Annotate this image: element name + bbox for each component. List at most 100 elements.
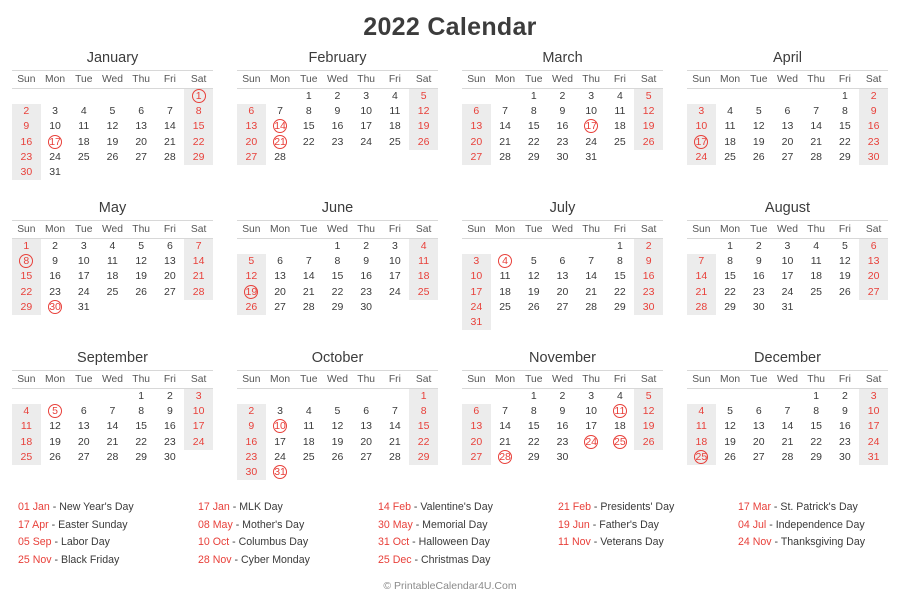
day-cell[interactable]: 5 (127, 239, 156, 255)
day-cell[interactable]: 13 (744, 419, 773, 434)
day-cell[interactable]: 26 (323, 450, 352, 465)
day-cell[interactable]: 16 (237, 434, 266, 450)
day-cell[interactable]: 10 (577, 404, 606, 419)
day-cell[interactable]: 6 (237, 104, 266, 120)
day-cell[interactable]: 11 (606, 404, 635, 419)
day-cell[interactable]: 5 (409, 88, 438, 105)
day-cell[interactable]: 18 (98, 269, 127, 284)
day-cell[interactable]: 7 (184, 238, 213, 255)
day-cell[interactable]: 12 (716, 419, 745, 434)
day-cell[interactable]: 15 (831, 119, 860, 134)
day-cell[interactable]: 19 (41, 435, 70, 450)
day-cell[interactable]: 26 (744, 150, 773, 165)
day-cell[interactable]: 26 (127, 285, 156, 300)
day-cell[interactable]: 1 (127, 389, 156, 405)
day-cell[interactable]: 25 (98, 285, 127, 300)
day-cell[interactable]: 7 (266, 104, 295, 119)
day-cell[interactable]: 8 (716, 254, 745, 269)
day-cell[interactable]: 17 (41, 134, 70, 150)
day-cell[interactable]: 19 (831, 269, 860, 284)
day-cell[interactable]: 31 (462, 315, 491, 331)
day-cell[interactable]: 9 (744, 254, 773, 269)
day-cell[interactable]: 26 (98, 150, 127, 165)
day-cell[interactable]: 1 (323, 239, 352, 255)
day-cell[interactable]: 16 (634, 269, 663, 285)
day-cell[interactable]: 2 (634, 238, 663, 255)
day-cell[interactable]: 3 (184, 388, 213, 405)
day-cell[interactable]: 5 (634, 388, 663, 405)
day-cell[interactable]: 20 (127, 135, 156, 150)
day-cell[interactable]: 20 (548, 285, 577, 300)
day-cell[interactable]: 2 (156, 389, 185, 405)
day-cell[interactable]: 9 (156, 404, 185, 419)
day-cell[interactable]: 14 (577, 269, 606, 284)
day-cell[interactable]: 2 (12, 104, 41, 120)
day-cell[interactable]: 10 (352, 104, 381, 119)
day-cell[interactable]: 1 (184, 88, 213, 105)
day-cell[interactable]: 24 (41, 150, 70, 165)
day-cell[interactable]: 28 (294, 300, 323, 315)
day-cell[interactable]: 27 (548, 300, 577, 315)
day-cell[interactable]: 5 (519, 254, 548, 269)
day-cell[interactable]: 1 (716, 239, 745, 255)
day-cell[interactable]: 28 (773, 450, 802, 465)
day-cell[interactable]: 30 (41, 299, 70, 315)
day-cell[interactable]: 27 (462, 449, 491, 466)
day-cell[interactable]: 4 (69, 104, 98, 119)
day-cell[interactable]: 16 (41, 269, 70, 284)
day-cell[interactable]: 1 (519, 389, 548, 405)
day-cell[interactable]: 22 (184, 134, 213, 150)
day-cell[interactable]: 23 (237, 449, 266, 466)
day-cell[interactable]: 20 (237, 134, 266, 150)
day-cell[interactable]: 16 (548, 419, 577, 434)
day-cell[interactable]: 11 (409, 254, 438, 270)
day-cell[interactable]: 21 (381, 435, 410, 450)
day-cell[interactable]: 18 (687, 434, 716, 450)
day-cell[interactable]: 4 (491, 254, 520, 269)
day-cell[interactable]: 20 (352, 435, 381, 450)
day-cell[interactable]: 8 (294, 104, 323, 119)
day-cell[interactable]: 19 (519, 285, 548, 300)
day-cell[interactable]: 5 (323, 404, 352, 419)
day-cell[interactable]: 24 (687, 149, 716, 166)
day-cell[interactable]: 27 (744, 450, 773, 465)
day-cell[interactable]: 7 (577, 254, 606, 269)
day-cell[interactable]: 28 (802, 150, 831, 165)
day-cell[interactable]: 14 (98, 419, 127, 434)
day-cell[interactable]: 19 (744, 135, 773, 150)
day-cell[interactable]: 6 (462, 404, 491, 420)
day-cell[interactable]: 15 (519, 419, 548, 434)
day-cell[interactable]: 29 (409, 449, 438, 466)
day-cell[interactable]: 17 (381, 269, 410, 284)
day-cell[interactable]: 21 (184, 269, 213, 285)
day-cell[interactable]: 6 (352, 404, 381, 419)
day-cell[interactable]: 17 (773, 269, 802, 284)
day-cell[interactable]: 24 (859, 434, 888, 450)
day-cell[interactable]: 9 (634, 254, 663, 270)
day-cell[interactable]: 11 (98, 254, 127, 269)
day-cell[interactable]: 9 (548, 104, 577, 119)
day-cell[interactable]: 22 (519, 435, 548, 450)
day-cell[interactable]: 18 (606, 119, 635, 134)
day-cell[interactable]: 22 (127, 435, 156, 450)
day-cell[interactable]: 23 (634, 284, 663, 300)
day-cell[interactable]: 12 (519, 269, 548, 284)
day-cell[interactable]: 7 (773, 404, 802, 419)
day-cell[interactable]: 1 (831, 89, 860, 105)
day-cell[interactable]: 27 (266, 300, 295, 315)
day-cell[interactable]: 17 (69, 269, 98, 284)
day-cell[interactable]: 9 (12, 119, 41, 135)
day-cell[interactable]: 30 (548, 150, 577, 165)
day-cell[interactable]: 1 (519, 89, 548, 105)
day-cell[interactable]: 6 (266, 254, 295, 269)
day-cell[interactable]: 13 (266, 269, 295, 284)
day-cell[interactable]: 4 (606, 89, 635, 105)
day-cell[interactable]: 14 (491, 119, 520, 134)
day-cell[interactable]: 14 (491, 419, 520, 434)
day-cell[interactable]: 3 (266, 404, 295, 419)
day-cell[interactable]: 5 (41, 404, 70, 419)
day-cell[interactable]: 6 (773, 104, 802, 119)
day-cell[interactable]: 4 (12, 404, 41, 420)
day-cell[interactable]: 29 (323, 300, 352, 315)
day-cell[interactable]: 8 (409, 404, 438, 420)
